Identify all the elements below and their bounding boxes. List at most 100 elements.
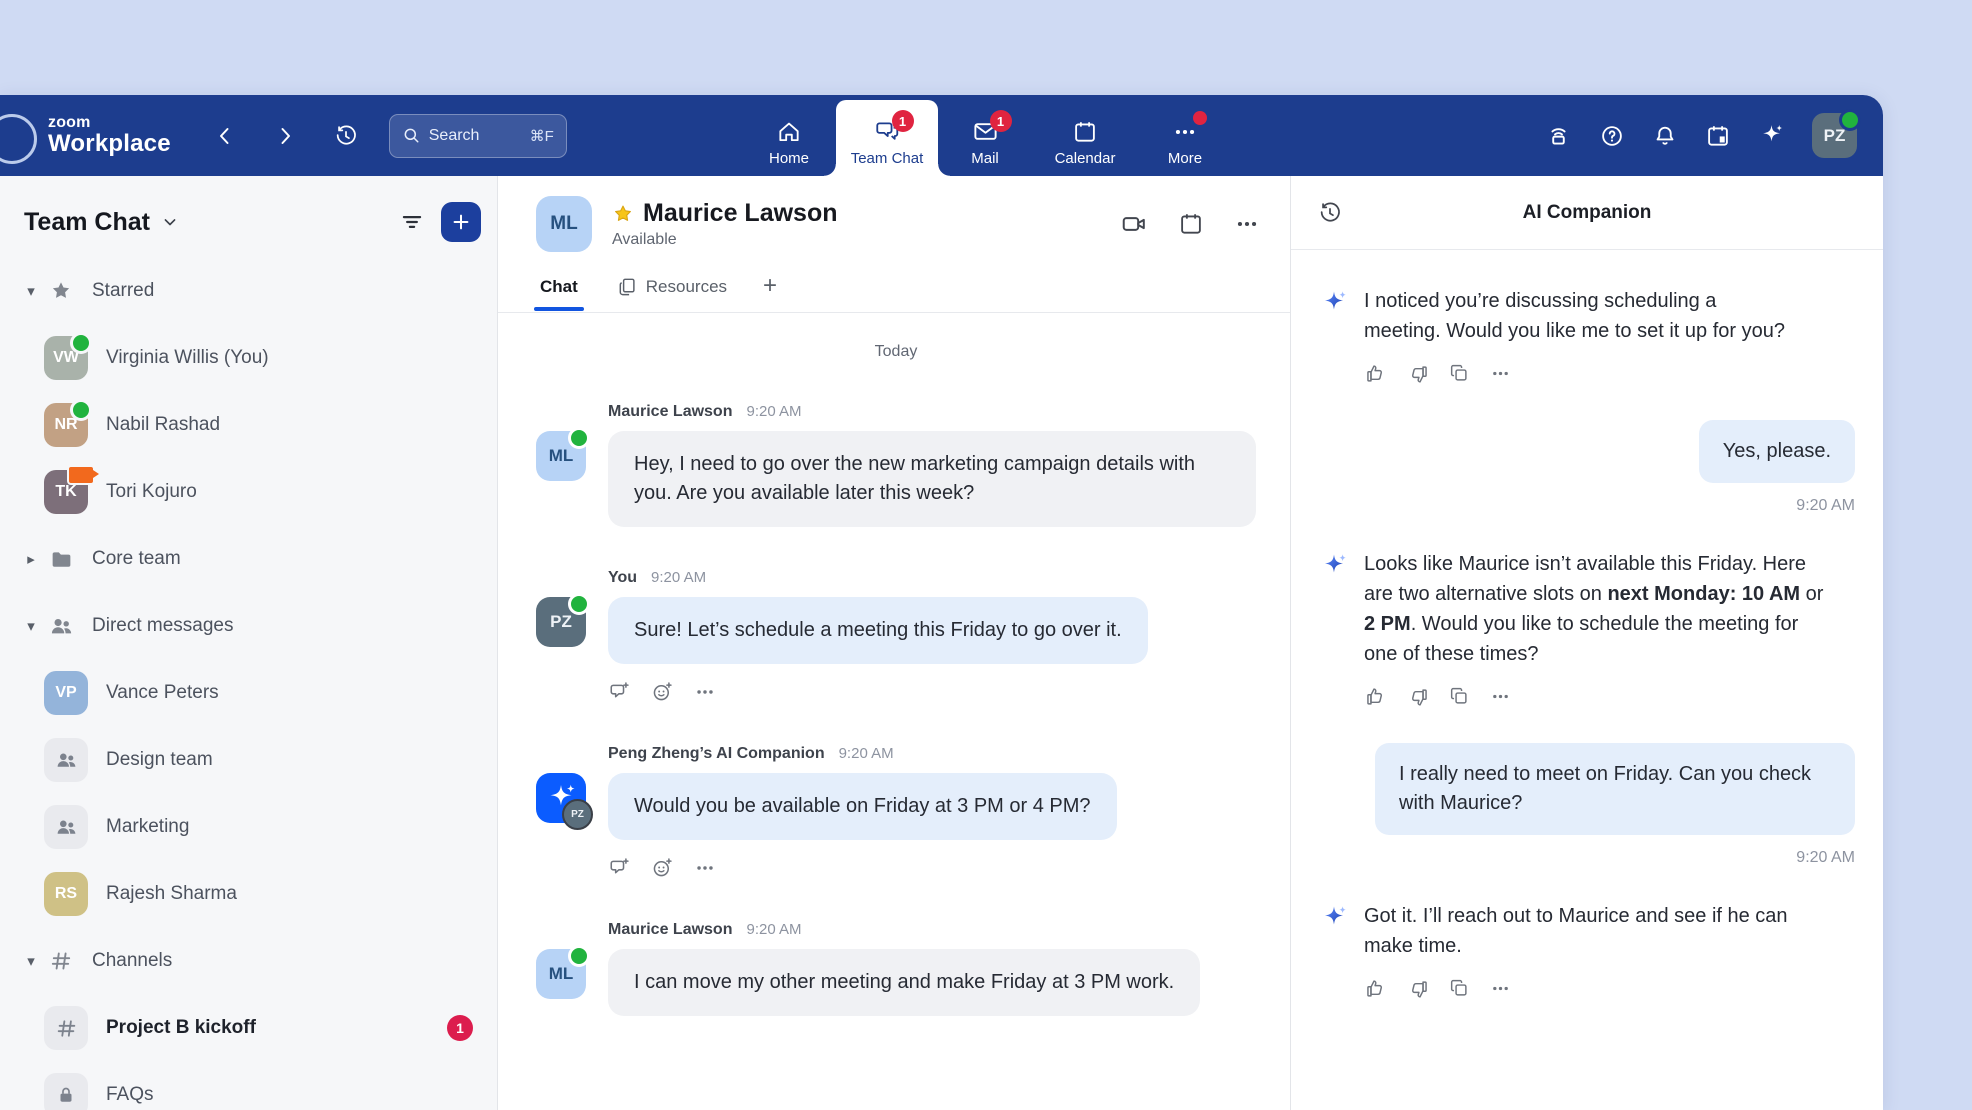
avatar[interactable]: PZ [536,597,586,647]
tab-more[interactable]: More [1138,95,1232,176]
sidebar-item-contact[interactable]: VW Virginia Willis (You) [10,331,483,385]
sidebar-item-contact[interactable]: NR Nabil Rashad [10,398,483,452]
message-bubble[interactable]: Would you be available on Friday at 3 PM… [608,773,1117,840]
avatar: VP [44,671,88,715]
close-icon[interactable] [1832,200,1857,225]
online-status-dot [1839,109,1861,131]
more-actions-icon[interactable] [1490,686,1511,707]
sidebar-section-core-team[interactable]: ▸ Core team [10,532,483,586]
starred-icon[interactable] [612,203,634,225]
user-prompt: Yes, please. 9:20 AM [1699,420,1855,515]
new-chat-button[interactable] [441,202,481,242]
sidebar-item-channel-faqs[interactable]: FAQs [10,1068,483,1110]
tab-calendar[interactable]: Calendar [1032,95,1138,176]
sidebar-section-direct-messages[interactable]: ▾ Direct messages [10,599,483,653]
home-icon [776,118,802,145]
sidebar-section-channels[interactable]: ▾ Channels [10,934,483,988]
add-tab-button[interactable]: + [763,272,777,308]
people-icon [54,815,78,839]
channel-avatar [44,1006,88,1050]
sidebar-item-group[interactable]: Design team [10,733,483,787]
filter-icon[interactable] [399,209,425,235]
user-prompt-bubble[interactable]: I really need to meet on Friday. Can you… [1375,743,1855,835]
ai-companion-icon[interactable] [1758,122,1785,149]
sidebar-title-dropdown[interactable]: Team Chat [24,208,180,237]
message-bubble[interactable]: Sure! Let’s schedule a meeting this Frid… [608,597,1148,664]
share-screen-icon[interactable] [1545,122,1572,149]
forward-button[interactable] [273,124,297,148]
sidebar-item-group[interactable]: Marketing [10,800,483,854]
user-avatar[interactable]: PZ [1812,113,1857,158]
search-placeholder: Search [429,127,522,145]
unread-badge: 1 [990,110,1012,132]
more-actions-icon[interactable] [694,681,716,703]
add-reaction-icon[interactable] [651,856,674,879]
tab-home[interactable]: Home [742,95,836,176]
more-options-icon[interactable] [1234,211,1260,237]
history-icon[interactable] [1317,200,1343,226]
tab-mail[interactable]: 1 Mail [938,95,1032,176]
sidebar-item-channel-project-b[interactable]: Project B kickoff 1 [10,1001,483,1055]
message-group: Peng Zheng’s AI Companion 9:20 AM PZ Wou… [536,745,1256,879]
thumbs-down-icon[interactable] [1406,977,1428,999]
hash-icon [44,949,78,973]
copy-icon[interactable] [1448,977,1470,999]
ai-response-text: Got it. I’ll reach out to Maurice and se… [1364,901,1826,961]
ai-response-text: Looks like Maurice isn’t available this … [1364,549,1832,669]
help-icon[interactable] [1599,123,1625,149]
thumbs-down-icon[interactable] [1406,362,1428,384]
ai-companion-panel: AI Companion I noticed you’re discussing… [1290,176,1883,1110]
contact-avatar[interactable]: ML [536,196,592,252]
notifications-icon[interactable] [1652,123,1678,149]
sidebar-list: ▾ Starred VW Virginia Willis (You) [0,260,497,1110]
team-chat-icon: 1 [874,118,901,145]
schedule-meeting-icon[interactable] [1178,211,1204,237]
main-nav-tabs: Home 1 Team Chat 1 Mail [742,95,1232,176]
more-actions-icon[interactable] [1490,363,1511,384]
chevron-down-icon [160,212,180,232]
tab-team-chat[interactable]: 1 Team Chat [836,100,938,176]
start-video-meeting-icon[interactable] [1120,210,1148,238]
collapse-caret-icon[interactable]: ▸ [18,550,44,568]
history-icon[interactable] [333,123,359,149]
lock-icon [55,1084,77,1106]
collapse-caret-icon[interactable]: ▾ [18,282,44,300]
sidebar-item-contact[interactable]: VP Vance Peters [10,666,483,720]
avatar[interactable]: ML [536,431,586,481]
more-actions-icon[interactable] [1490,978,1511,999]
sidebar-section-starred[interactable]: ▾ Starred [10,264,483,318]
schedule-calendar-icon[interactable] [1705,123,1731,149]
mail-icon: 1 [972,118,999,145]
online-status-dot [70,332,92,354]
ai-response: Looks like Maurice isn’t available this … [1319,549,1855,669]
collapse-caret-icon[interactable]: ▾ [18,617,44,635]
people-icon [44,613,78,639]
sidebar-item-contact[interactable]: RS Rajesh Sharma [10,867,483,921]
thumbs-up-icon[interactable] [1364,977,1386,999]
copy-icon[interactable] [1448,685,1470,707]
thumbs-down-icon[interactable] [1406,685,1428,707]
message-sender: Peng Zheng’s AI Companion [608,745,825,763]
reply-in-thread-icon[interactable] [608,680,631,703]
message-bubble[interactable]: I can move my other meeting and make Fri… [608,949,1200,1016]
add-reaction-icon[interactable] [651,680,674,703]
date-divider: Today [536,343,1256,361]
sidebar-item-contact[interactable]: TK Tori Kojuro [10,465,483,519]
collapse-caret-icon[interactable]: ▾ [18,952,44,970]
user-prompt-bubble[interactable]: Yes, please. [1699,420,1855,483]
avatar[interactable]: ML [536,949,586,999]
thumbs-up-icon[interactable] [1364,685,1386,707]
sidebar: Team Chat ▾ Starred [0,176,498,1110]
copy-icon[interactable] [1448,362,1470,384]
open-in-window-icon[interactable] [1785,200,1810,225]
tab-chat[interactable]: Chat [538,269,580,311]
thumbs-up-icon[interactable] [1364,362,1386,384]
back-button[interactable] [213,124,237,148]
reply-in-thread-icon[interactable] [608,856,631,879]
search-input[interactable]: Search ⌘F [389,114,567,158]
tab-resources[interactable]: Resources [614,268,729,312]
ai-companion-avatar[interactable]: PZ [536,773,586,823]
message-bubble[interactable]: Hey, I need to go over the new marketing… [608,431,1256,527]
ai-panel-header: AI Companion [1291,176,1883,250]
more-actions-icon[interactable] [694,857,716,879]
